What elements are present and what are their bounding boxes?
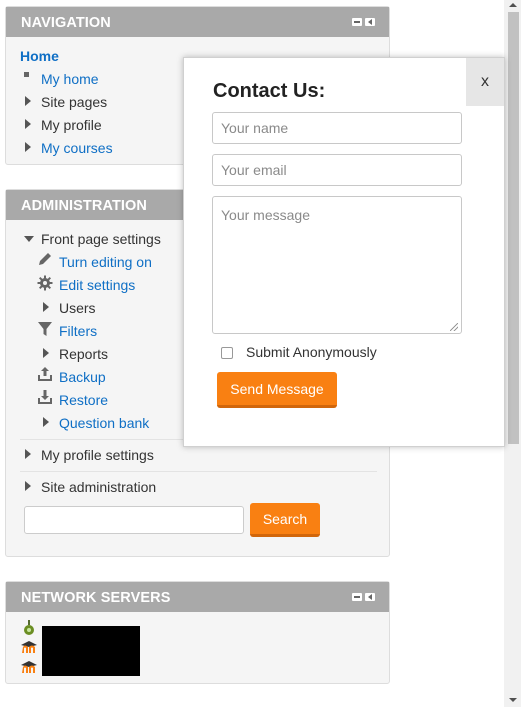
triangle-right-icon[interactable] xyxy=(43,348,49,358)
email-field[interactable] xyxy=(212,154,462,186)
triangle-right-icon[interactable] xyxy=(25,449,31,459)
admin-edit-settings[interactable]: Edit settings xyxy=(59,275,135,295)
scroll-down-arrow-icon[interactable] xyxy=(509,698,517,702)
triangle-right-icon[interactable] xyxy=(43,417,49,427)
contact-modal: x Contact Us: Submit Anonymously Send Me… xyxy=(183,57,505,447)
moodle-icon xyxy=(21,641,37,653)
admin-my-profile-settings[interactable]: My profile settings xyxy=(41,445,154,465)
admin-search-input[interactable] xyxy=(24,506,244,534)
triangle-right-icon[interactable] xyxy=(43,302,49,312)
triangle-right-icon[interactable] xyxy=(25,96,31,106)
admin-site-administration[interactable]: Site administration xyxy=(41,477,156,497)
server-status-icon xyxy=(24,620,34,635)
admin-filters[interactable]: Filters xyxy=(59,321,97,341)
message-field[interactable] xyxy=(212,196,462,334)
minimize-icon[interactable] xyxy=(352,593,362,601)
nav-item-my-home[interactable]: My home xyxy=(41,69,99,89)
filter-icon xyxy=(38,322,52,336)
admin-reports[interactable]: Reports xyxy=(59,344,108,364)
triangle-right-icon[interactable] xyxy=(25,142,31,152)
admin-users[interactable]: Users xyxy=(59,298,96,318)
anonymous-checkbox[interactable] xyxy=(221,347,233,359)
network-servers-title: NETWORK SERVERS xyxy=(21,590,171,606)
triangle-right-icon[interactable] xyxy=(25,119,31,129)
admin-backup[interactable]: Backup xyxy=(59,367,106,387)
name-field[interactable] xyxy=(212,112,462,144)
admin-turn-editing-on[interactable]: Turn editing on xyxy=(59,252,152,272)
restore-icon xyxy=(38,390,52,404)
nav-item-my-profile[interactable]: My profile xyxy=(41,115,102,135)
nav-home-link[interactable]: Home xyxy=(20,46,59,66)
moodle-icon xyxy=(21,661,37,673)
navigation-header: NAVIGATION xyxy=(6,7,389,37)
anonymous-label[interactable]: Submit Anonymously xyxy=(246,344,377,360)
page: NAVIGATION Home My home Site pages My pr… xyxy=(0,0,521,707)
send-message-button[interactable]: Send Message xyxy=(217,372,337,408)
nav-item-site-pages[interactable]: Site pages xyxy=(41,92,107,112)
close-button[interactable]: x xyxy=(466,58,504,106)
triangle-right-icon[interactable] xyxy=(25,481,31,491)
redacted-region xyxy=(42,626,140,676)
dock-icon[interactable] xyxy=(365,18,375,26)
admin-front-page-settings[interactable]: Front page settings xyxy=(41,229,161,249)
admin-restore[interactable]: Restore xyxy=(59,390,108,410)
resize-grip-icon[interactable] xyxy=(450,323,458,331)
triangle-down-icon[interactable] xyxy=(24,236,34,242)
scrollbar-thumb[interactable] xyxy=(508,12,519,444)
administration-title: ADMINISTRATION xyxy=(21,198,147,214)
dock-icon[interactable] xyxy=(365,593,375,601)
search-button[interactable]: Search xyxy=(250,503,320,537)
navigation-title: NAVIGATION xyxy=(21,15,111,31)
pencil-icon xyxy=(39,253,51,265)
modal-title: Contact Us: xyxy=(213,80,326,102)
bullet-icon xyxy=(24,72,29,77)
scroll-up-arrow-icon[interactable] xyxy=(509,3,517,7)
divider xyxy=(20,471,377,472)
nav-item-my-courses[interactable]: My courses xyxy=(41,138,113,158)
gear-icon xyxy=(37,275,53,291)
backup-icon xyxy=(38,367,52,381)
minimize-icon[interactable] xyxy=(352,18,362,26)
network-servers-header: NETWORK SERVERS xyxy=(6,582,389,612)
admin-question-bank[interactable]: Question bank xyxy=(59,413,149,433)
